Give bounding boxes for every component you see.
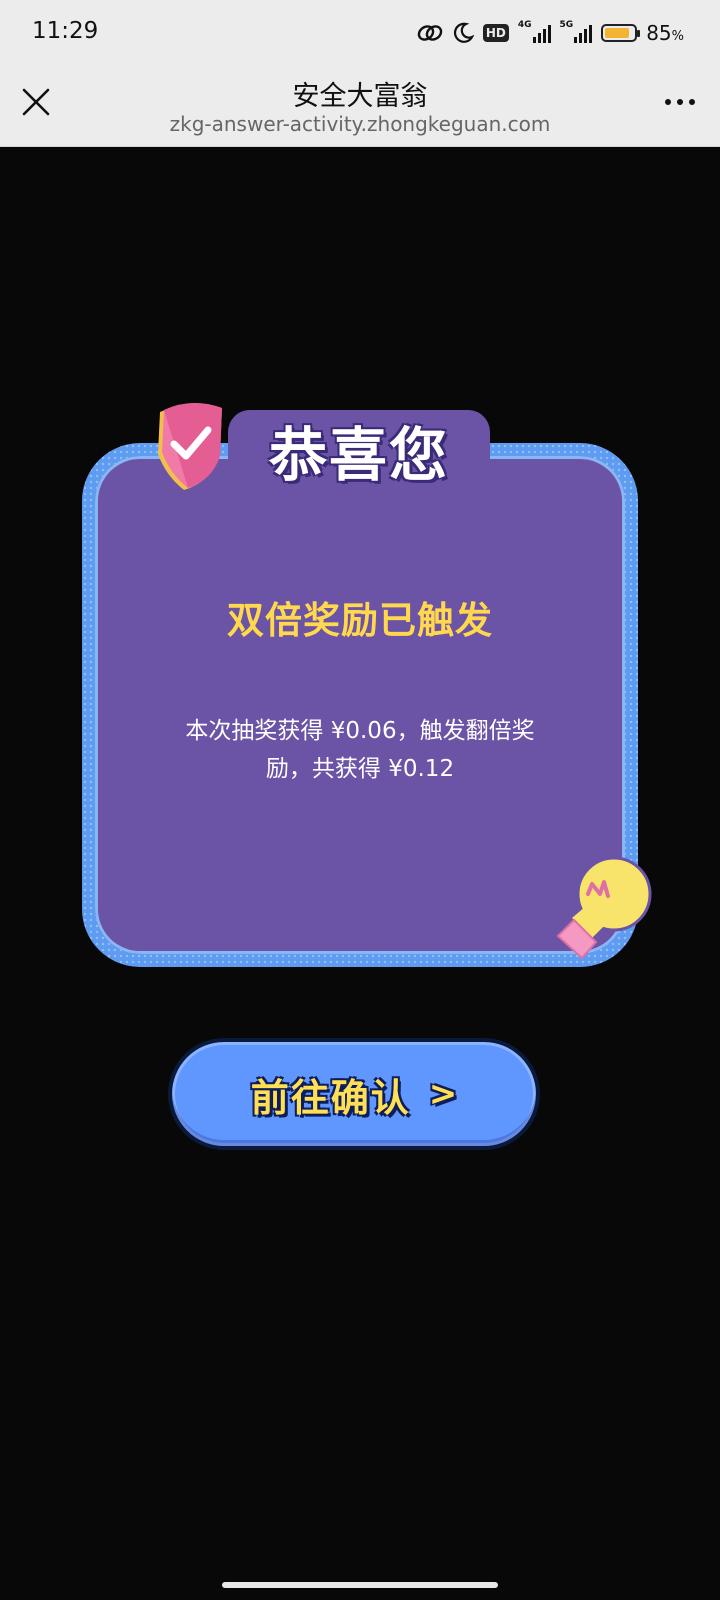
modal-message: 本次抽奖获得 ¥0.06，触发翻倍奖励，共获得 ¥0.12 [185,718,535,782]
chevron-right-icon: > [428,1074,458,1114]
network-tag-5g: 5G [559,20,574,30]
shield-check-icon [158,402,222,490]
battery-icon [601,24,641,42]
battery-percent: 85% [646,21,684,45]
confirm-button[interactable]: 前往确认 > [168,1038,540,1150]
network-tag-4g: 4G [517,20,532,30]
status-icons: HD 4G 5G 85% [417,18,684,48]
signal-icon [574,23,593,43]
battery-fill [605,28,629,38]
more-icon [665,99,671,105]
hd-icon: HD [482,24,509,42]
page-url: zkg-answer-activity.zhongkeguan.com [169,112,551,136]
confirm-button-label: 前往确认 [250,1075,411,1120]
signal-icon [532,23,551,43]
more-icon [689,99,695,105]
more-icon [677,99,683,105]
status-time: 11:29 [32,18,99,44]
status-bar: 11:29 HD 4G 5G 85% [0,0,720,66]
nav-bar: 安全大富翁 zkg-answer-activity.zhongkeguan.co… [0,66,720,147]
home-indicator[interactable] [222,1582,498,1588]
link-icon [417,25,443,41]
page-title: 安全大富翁 [292,81,428,112]
moon-icon [453,22,474,43]
lightbulb-icon [556,856,652,960]
modal-subtitle: 双倍奖励已触发 [227,599,493,642]
modal-header: 恭喜您 [268,421,449,489]
more-button[interactable] [660,86,700,118]
